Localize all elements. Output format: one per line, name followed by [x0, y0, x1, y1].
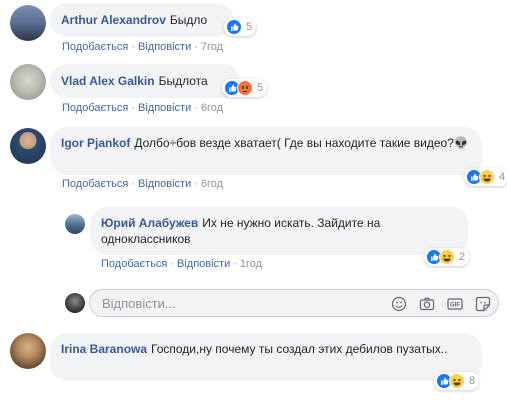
emoji-icon[interactable]: [391, 296, 407, 312]
comment-bubble: Irina Baranowa Господи,ну почему ты созда…: [50, 333, 482, 381]
like-link[interactable]: Подобається: [101, 258, 167, 270]
comment-author[interactable]: Igor Pjankof: [61, 136, 130, 150]
comment-text: Быдлота: [158, 74, 208, 88]
reactions-summary[interactable]: 5: [224, 18, 257, 36]
reply-link[interactable]: Відповісти: [177, 258, 230, 270]
avatar[interactable]: [10, 333, 46, 369]
reply-link[interactable]: Відповісти: [138, 178, 191, 190]
reactions-summary[interactable]: 8: [434, 372, 480, 390]
comment-actions: Подобається · Відповісти · 6год: [62, 178, 224, 190]
like-link[interactable]: Подобається: [62, 102, 128, 114]
like-icon: [226, 19, 242, 35]
like-link[interactable]: Подобається: [62, 41, 128, 53]
timestamp[interactable]: 7год: [201, 41, 223, 53]
reply-link[interactable]: Відповісти: [138, 102, 191, 114]
haha-icon: [439, 249, 455, 265]
reaction-count: 5: [246, 21, 253, 33]
sticker-icon[interactable]: [475, 296, 491, 312]
svg-text:GIF: GIF: [450, 303, 460, 309]
comment-text: Долбо÷бов везде хватает( Где вы находите…: [134, 136, 469, 150]
comment-bubble: Vlad Alex Galkin Быдлота: [50, 64, 240, 98]
comment-text: Господи,ну почему ты создал этих дебилов…: [151, 342, 448, 356]
reactions-summary[interactable]: 2: [424, 248, 470, 266]
gif-icon[interactable]: GIF: [447, 296, 463, 312]
reactions-summary[interactable]: 5: [222, 79, 268, 97]
haha-icon: [479, 169, 495, 185]
reply-composer[interactable]: GIF: [89, 289, 499, 317]
comment-bubble: Юрий Алабужев Их не нужно искать. Зайдите…: [90, 207, 468, 255]
reaction-count: 8: [469, 375, 476, 387]
camera-icon[interactable]: [419, 296, 435, 312]
avatar[interactable]: [10, 64, 46, 100]
reaction-count: 2: [459, 251, 466, 263]
comment-bubble: Igor Pjankof Долбо÷бов везде хватает( Где…: [50, 127, 482, 175]
like-link[interactable]: Подобається: [62, 178, 128, 190]
comment-author[interactable]: Arthur Alexandrov: [61, 13, 166, 27]
reaction-count: 4: [499, 171, 506, 183]
reactions-summary[interactable]: 4: [464, 168, 507, 186]
comment-actions: Подобається · Відповісти · 7год: [62, 41, 224, 53]
comment-bubble: Arthur Alexandrov Быдло: [50, 3, 234, 37]
comment-author[interactable]: Irina Baranowa: [61, 342, 147, 356]
angry-icon: [237, 80, 253, 96]
reply-input[interactable]: [102, 296, 372, 311]
timestamp[interactable]: 1год: [240, 258, 262, 270]
comment-author[interactable]: Юрий Алабужев: [101, 216, 198, 230]
comment-text: Быдло: [169, 13, 208, 27]
comment-author[interactable]: Vlad Alex Galkin: [61, 74, 155, 88]
avatar[interactable]: [10, 5, 46, 41]
comment-actions: Подобається · Відповісти · 1год: [101, 258, 263, 270]
reply-link[interactable]: Відповісти: [138, 41, 191, 53]
avatar[interactable]: [65, 214, 85, 234]
timestamp[interactable]: 6год: [201, 178, 223, 190]
comment-actions: Подобається · Відповісти · 6год: [62, 102, 224, 114]
current-user-avatar: [65, 293, 85, 313]
haha-icon: [449, 373, 465, 389]
reaction-count: 5: [257, 82, 264, 94]
avatar[interactable]: [10, 128, 46, 164]
timestamp[interactable]: 6год: [201, 102, 223, 114]
